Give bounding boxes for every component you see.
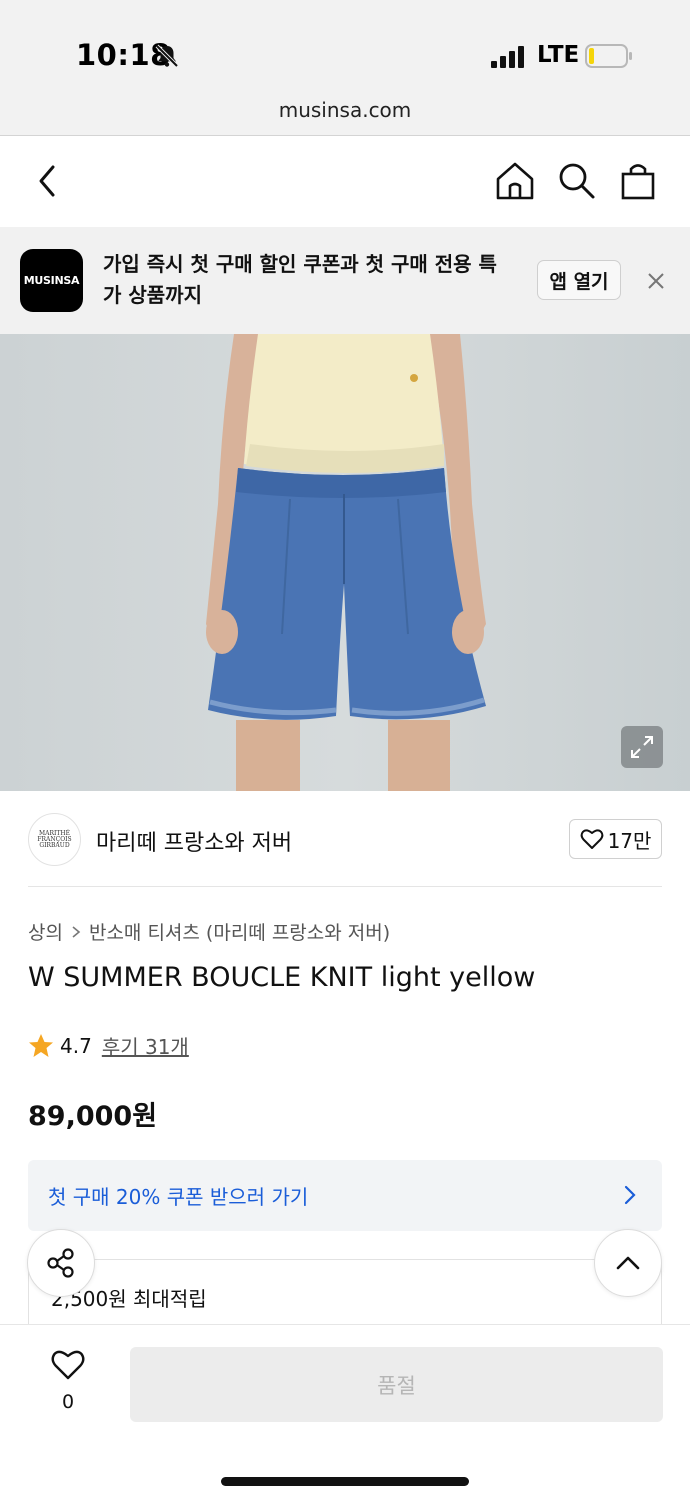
chevron-right-icon xyxy=(72,925,81,938)
share-button[interactable] xyxy=(27,1229,95,1297)
rating-row: 4.7 후기 31개 xyxy=(28,1031,189,1060)
coupon-label: 첫 구매 20% 쿠폰 받으러 가기 xyxy=(48,1185,309,1209)
rating-value: 4.7 xyxy=(60,1033,92,1058)
battery-icon xyxy=(585,44,632,68)
points-box: 2,500원 최대적립 xyxy=(28,1259,662,1334)
brand-logo[interactable]: MARITHÉ FRANÇOIS GIRBAUD xyxy=(28,813,81,866)
star-icon xyxy=(29,1034,53,1057)
bag-icon[interactable] xyxy=(616,159,660,203)
expand-image-icon[interactable] xyxy=(621,726,663,768)
brand-row[interactable]: MARITHÉ FRANÇOIS GIRBAUD 마리떼 프랑소와 저버 17만 xyxy=(0,791,690,888)
product-image[interactable] xyxy=(0,334,690,791)
coupon-banner[interactable]: 첫 구매 20% 쿠폰 받으러 가기 xyxy=(28,1160,662,1231)
home-icon[interactable] xyxy=(493,159,537,203)
bell-slash-icon xyxy=(155,44,179,68)
heart-icon xyxy=(580,829,603,849)
browser-url-bar[interactable]: musinsa.com xyxy=(0,92,690,136)
divider xyxy=(28,886,662,887)
app-install-banner: MUSINSA 가입 즉시 첫 구매 할인 쿠폰과 첫 구매 전용 특가 상품까… xyxy=(0,227,690,334)
status-bar: 10:18 LTE xyxy=(0,0,690,92)
brand-like-button[interactable]: 17만 xyxy=(569,819,662,859)
url-text: musinsa.com xyxy=(278,98,412,122)
back-icon[interactable] xyxy=(26,159,70,203)
review-link[interactable]: 후기 31개 xyxy=(102,1031,189,1060)
close-icon[interactable] xyxy=(644,269,668,293)
home-indicator xyxy=(221,1477,469,1486)
chevron-up-icon xyxy=(616,1256,640,1270)
brand-name[interactable]: 마리떼 프랑소와 저버 xyxy=(96,825,292,857)
product-price: 89,000원 xyxy=(28,1101,158,1132)
heart-icon xyxy=(51,1350,85,1380)
search-icon[interactable] xyxy=(554,159,598,203)
brand-like-count: 17만 xyxy=(607,828,652,853)
breadcrumb-subcategory[interactable]: 반소매 티셔츠 (마리떼 프랑소와 저버) xyxy=(89,918,390,945)
chevron-right-icon xyxy=(624,1185,636,1205)
breadcrumb-category[interactable]: 상의 xyxy=(28,918,63,945)
product-title: W SUMMER BOUCLE KNIT light yellow xyxy=(28,962,536,993)
open-app-button[interactable]: 앱 열기 xyxy=(537,260,621,300)
bottom-action-bar: 0 품절 xyxy=(0,1324,690,1500)
brand-logo-text: MARITHÉ FRANÇOIS GIRBAUD xyxy=(37,829,72,849)
top-navigation xyxy=(0,136,690,227)
scroll-top-button[interactable] xyxy=(594,1229,662,1297)
musinsa-logo: MUSINSA xyxy=(20,249,83,312)
signal-icon xyxy=(491,46,524,68)
product-photo xyxy=(206,334,486,791)
wishlist-button[interactable]: 0 xyxy=(40,1349,96,1419)
breadcrumb: 상의 반소매 티셔츠 (마리떼 프랑소와 저버) xyxy=(28,918,390,945)
wishlist-count: 0 xyxy=(61,1391,75,1413)
share-icon xyxy=(47,1248,74,1278)
network-label: LTE xyxy=(537,42,580,68)
soldout-button[interactable]: 품절 xyxy=(130,1347,663,1422)
banner-message: 가입 즉시 첫 구매 할인 쿠폰과 첫 구매 전용 특가 상품까지 xyxy=(103,252,497,307)
